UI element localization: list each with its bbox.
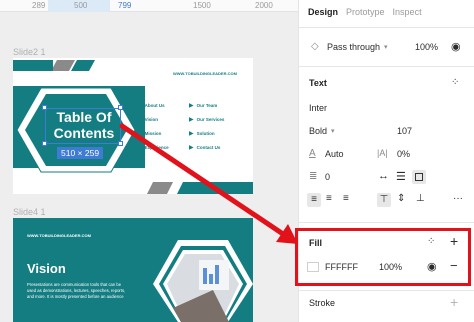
align-center-icon[interactable]: ≡ xyxy=(326,193,332,204)
tab-design[interactable]: Design xyxy=(308,7,338,17)
paragraph-spacing-input[interactable]: 0 xyxy=(325,172,330,182)
align-top-icon[interactable]: ⊤ xyxy=(377,193,391,207)
divider xyxy=(299,66,474,67)
letter-spacing-input[interactable]: 0% xyxy=(397,149,410,159)
font-size-input[interactable]: 107 xyxy=(397,126,412,136)
text-section-title: Text xyxy=(309,78,327,88)
blend-mode-select[interactable]: Pass through ▾ xyxy=(327,42,388,52)
fill-highlight-box xyxy=(295,228,471,286)
blend-mode-value: Pass through xyxy=(327,42,381,52)
divider xyxy=(299,27,474,28)
font-weight-select[interactable]: Bold ▾ xyxy=(309,126,335,136)
grid-styles-icon[interactable]: ⁘ xyxy=(451,77,459,88)
design-canvas[interactable]: 289 500 799 1500 2000 Slide2 1 WWW.TOBUI… xyxy=(0,0,298,322)
align-left-icon[interactable]: ≡ xyxy=(307,193,321,207)
layer-opacity[interactable]: 100% xyxy=(415,42,438,52)
font-family-select[interactable]: Inter xyxy=(309,103,327,113)
font-weight-value: Bold xyxy=(309,126,328,136)
divider xyxy=(299,222,474,223)
more-options-icon[interactable]: ··· xyxy=(453,193,463,204)
auto-width-icon[interactable]: ↔ xyxy=(378,170,389,182)
add-stroke-icon[interactable]: + xyxy=(450,294,458,310)
tab-prototype[interactable]: Prototype xyxy=(346,7,385,17)
chevron-down-icon: ▾ xyxy=(331,128,335,135)
auto-height-icon[interactable]: ☰ xyxy=(396,170,406,183)
fixed-size-button[interactable] xyxy=(412,170,426,184)
align-bottom-icon[interactable]: ⊥ xyxy=(416,193,425,204)
divider xyxy=(299,290,474,291)
align-middle-icon[interactable]: ⇕ xyxy=(397,193,405,204)
paragraph-spacing-icon: ≣ xyxy=(309,171,318,182)
annotation-arrow xyxy=(119,123,298,244)
letter-spacing-icon: |A| xyxy=(377,148,388,158)
align-right-icon[interactable]: ≡ xyxy=(343,193,349,204)
eye-icon[interactable]: ◉ xyxy=(451,40,461,53)
stroke-section-title: Stroke xyxy=(309,298,336,308)
chevron-down-icon: ▾ xyxy=(384,44,388,51)
blend-drop-icon: ◇ xyxy=(311,41,319,52)
tab-inspect[interactable]: Inspect xyxy=(393,7,422,17)
line-height-input[interactable]: Auto xyxy=(325,149,344,159)
fixed-size-icon xyxy=(415,173,423,181)
panel-tabs: Design Prototype Inspect xyxy=(308,7,422,17)
line-height-icon: A xyxy=(309,148,316,159)
